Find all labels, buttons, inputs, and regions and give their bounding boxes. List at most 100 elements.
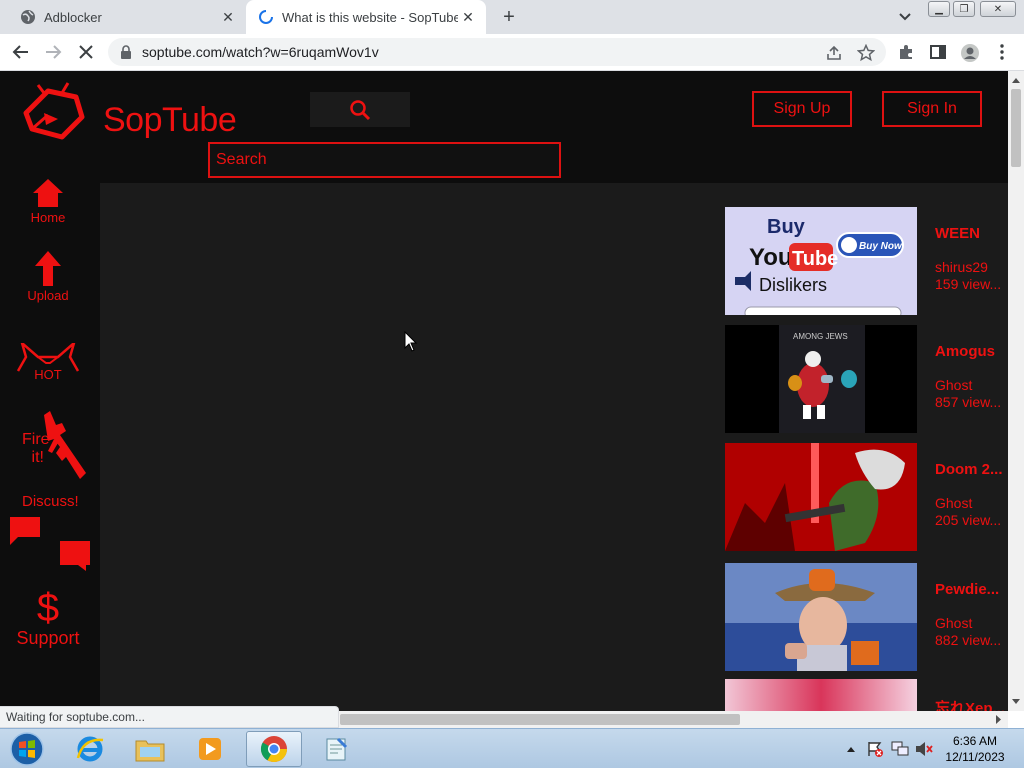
sidebar-label: HOT (34, 367, 62, 382)
search-input[interactable] (208, 142, 561, 178)
tab-search-icon[interactable] (893, 8, 917, 26)
sign-up-button[interactable]: Sign Up (752, 91, 852, 127)
logo-text: SopTube (103, 101, 237, 139)
search-button[interactable] (310, 92, 410, 127)
video-title[interactable]: WEEN (935, 225, 980, 242)
video-title[interactable]: 忘れXep... (935, 697, 1005, 711)
loading-spinner-icon (258, 9, 274, 25)
list-item[interactable]: Pewdie... Ghost 882 view... (725, 563, 1008, 671)
svg-text:Dislikers: Dislikers (759, 275, 827, 295)
video-uploader[interactable]: shirus29 (935, 259, 988, 275)
globe-icon (20, 9, 36, 25)
doom-image (725, 443, 917, 551)
close-tab-icon[interactable]: ✕ (218, 7, 238, 27)
video-thumbnail[interactable]: AMONG JEWS (725, 325, 917, 433)
taskbar-media-player[interactable] (182, 731, 238, 767)
chat-bubbles-icon (10, 517, 90, 571)
close-window-button[interactable]: ✕ (980, 1, 1016, 17)
list-item[interactable]: 忘れXep... (725, 679, 1008, 711)
share-icon[interactable] (825, 44, 843, 62)
sidebar-item-discuss[interactable]: Discuss! (0, 493, 96, 573)
tab-soptube[interactable]: What is this website - SopTube ✕ (246, 0, 486, 34)
side-panel-icon[interactable] (929, 43, 949, 63)
svg-text:Buy Now: Buy Now (859, 241, 903, 252)
taskbar-internet-explorer[interactable] (62, 731, 118, 767)
tab-title: Adblocker (44, 9, 102, 25)
taskbar-notepad[interactable] (308, 731, 364, 767)
video-thumbnail[interactable] (725, 443, 917, 551)
sidebar-item-fire-it[interactable]: Fire it! (0, 411, 96, 481)
vertical-scrollbar[interactable] (1008, 71, 1024, 711)
taskbar-file-explorer[interactable] (122, 731, 178, 767)
sidebar-label: Home (30, 210, 66, 225)
restore-window-button[interactable]: ❐ (953, 1, 975, 17)
action-center-flag-icon[interactable] (866, 740, 884, 758)
tab-strip: Adblocker ✕ What is this website - SopTu… (0, 0, 1024, 34)
video-uploader[interactable]: Ghost (935, 495, 972, 511)
forward-button[interactable] (41, 41, 65, 63)
video-title[interactable]: Pewdie... (935, 581, 999, 598)
list-item[interactable]: Doom 2... Ghost 205 view... (725, 443, 1008, 551)
minimize-window-button[interactable]: ▁ (928, 1, 950, 17)
clock-date: 12/11/2023 (945, 750, 1005, 764)
video-title[interactable]: Amogus (935, 343, 995, 360)
upload-arrow-icon (35, 251, 61, 286)
lock-icon[interactable] (120, 45, 132, 64)
new-tab-button[interactable]: + (497, 6, 521, 28)
clock-time: 6:36 AM (952, 734, 998, 748)
video-uploader[interactable]: Ghost (935, 615, 972, 631)
video-title[interactable]: Doom 2... (935, 461, 1003, 478)
address-bar[interactable]: soptube.com/watch?w=6ruqamWov1v (108, 38, 886, 66)
taskbar-chrome[interactable] (246, 731, 302, 767)
video-thumbnail[interactable]: Buy You Tube Buy Now Dislikers (725, 207, 917, 315)
show-hidden-icons-icon[interactable] (846, 745, 856, 753)
svg-text:You: You (749, 244, 793, 271)
url-text[interactable]: soptube.com/watch?w=6ruqamWov1v (142, 44, 379, 60)
volume-muted-icon[interactable] (914, 740, 934, 758)
sign-in-button[interactable]: Sign In (882, 91, 982, 127)
more-menu-icon[interactable] (994, 43, 1014, 63)
video-thumbnail[interactable] (725, 679, 917, 711)
mouse-cursor-icon (404, 331, 418, 352)
video-views: 159 view... (935, 276, 1002, 292)
video-uploader[interactable]: Ghost (935, 377, 972, 393)
soptube-logo[interactable]: SopTube (18, 77, 237, 145)
among-us-image: AMONG JEWS (725, 325, 917, 433)
home-icon (33, 179, 63, 207)
folder-icon (135, 740, 165, 762)
list-item[interactable]: Buy You Tube Buy Now Dislikers WEEN shir… (725, 207, 1008, 315)
stop-loading-button[interactable] (74, 41, 98, 63)
close-tab-icon[interactable]: ✕ (458, 7, 478, 27)
taskbar-clock[interactable]: 6:36 AM 12/11/2023 (935, 733, 1015, 765)
video-thumbnail[interactable] (725, 563, 917, 671)
start-button[interactable] (4, 729, 50, 768)
profile-avatar-icon[interactable] (960, 43, 980, 63)
notepad-icon (326, 737, 348, 761)
soptube-page: SopTube Sign Up Sign In Home Upload HOT (0, 71, 1008, 711)
sidebar-item-support[interactable]: $ Support (0, 588, 96, 649)
video-views: 205 view... (935, 512, 1002, 528)
pewdiepie-image (725, 563, 917, 671)
video-views: 857 view... (935, 394, 1002, 410)
sidebar-item-home[interactable]: Home (0, 177, 96, 225)
svg-text:Tube: Tube (792, 248, 838, 270)
sidebar-label: Discuss! (22, 493, 79, 510)
logo-mark-icon (23, 82, 85, 140)
sidebar-label: Upload (27, 288, 69, 303)
search-icon (350, 99, 371, 120)
sidebar-item-upload[interactable]: Upload (0, 251, 96, 303)
internet-explorer-icon (76, 736, 104, 762)
dollar-icon: $ (36, 586, 60, 630)
extensions-puzzle-icon[interactable] (897, 43, 917, 63)
list-item[interactable]: AMONG JEWS Amogus Ghost 857 view... (725, 325, 1008, 433)
bookmark-star-icon[interactable] (856, 43, 876, 62)
rifle-icon (44, 411, 86, 479)
network-icon[interactable] (890, 740, 910, 758)
back-button[interactable] (9, 41, 33, 63)
video-views: 882 view... (935, 632, 1002, 648)
windows-taskbar: 6:36 AM 12/11/2023 (0, 728, 1024, 768)
sidebar-item-hot[interactable]: HOT (0, 343, 96, 382)
tab-adblocker[interactable]: Adblocker ✕ (8, 0, 246, 34)
tab-title: What is this website - SopTube (282, 9, 458, 25)
browser-toolbar: soptube.com/watch?w=6ruqamWov1v (0, 34, 1024, 71)
